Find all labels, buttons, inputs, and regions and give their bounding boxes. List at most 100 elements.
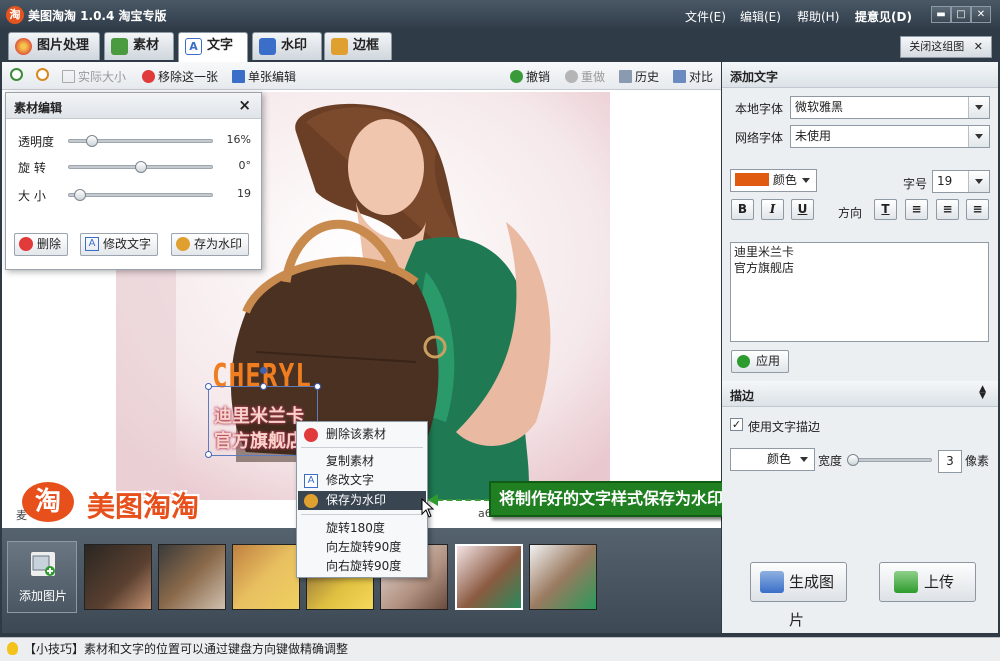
minimize-button[interactable]: ▬ bbox=[931, 6, 951, 23]
upload-icon bbox=[894, 571, 918, 593]
save-watermark-button[interactable]: 存为水印 bbox=[171, 233, 250, 256]
vertical-text-icon: T bbox=[881, 202, 890, 216]
zoom-out-button[interactable] bbox=[36, 68, 52, 82]
menu-item-label: 修改文字 bbox=[326, 473, 375, 487]
text-line: 迪里米兰卡 bbox=[734, 245, 795, 259]
tab-image-processing[interactable]: 图片处理 bbox=[8, 32, 100, 60]
tab-text[interactable]: A 文字 bbox=[178, 32, 248, 62]
bold-button[interactable]: B bbox=[731, 199, 754, 220]
underline-button[interactable]: U bbox=[791, 199, 814, 220]
local-font-select[interactable]: 微软雅黑 bbox=[790, 96, 990, 119]
tab-watermark[interactable]: 水印 bbox=[252, 32, 322, 60]
menu-file[interactable]: 文件(E) bbox=[685, 8, 726, 25]
thumbnail[interactable] bbox=[158, 544, 226, 610]
edit-text-button[interactable]: A 修改文字 bbox=[80, 233, 159, 256]
menu-item-rotate-left[interactable]: 向左旋转90度 bbox=[298, 538, 426, 557]
single-edit-button[interactable]: 单张编辑 bbox=[232, 68, 296, 85]
resize-handle[interactable] bbox=[260, 383, 267, 390]
text-color-picker[interactable]: 颜色 bbox=[730, 169, 817, 192]
align-left-button[interactable]: ≡ bbox=[905, 199, 928, 220]
menu-item-save-watermark[interactable]: 保存为水印 bbox=[298, 491, 426, 510]
redo-button[interactable]: 重做 bbox=[565, 68, 605, 85]
redo-label: 重做 bbox=[581, 70, 606, 84]
menu-item-edit-text[interactable]: A 修改文字 bbox=[298, 471, 426, 490]
resize-handle[interactable] bbox=[205, 451, 212, 458]
add-picture-button[interactable]: 添加图片 bbox=[7, 541, 77, 613]
menu-item-label: 旋转180度 bbox=[326, 521, 385, 535]
align-center-button[interactable]: ≡ bbox=[936, 199, 959, 220]
upload-button[interactable]: 上传 bbox=[879, 562, 976, 602]
opacity-slider[interactable]: 透明度 16% bbox=[6, 131, 261, 151]
close-group-button[interactable]: 关闭这组图 ✕ bbox=[900, 36, 992, 58]
menu-edit[interactable]: 编辑(E) bbox=[740, 8, 781, 25]
compare-button[interactable]: 对比 bbox=[673, 68, 713, 85]
menu-help[interactable]: 帮助(H) bbox=[797, 8, 839, 25]
stroke-title: 描边 bbox=[730, 389, 755, 403]
apply-button[interactable]: 应用 bbox=[731, 350, 789, 373]
maximize-button[interactable]: □ bbox=[951, 6, 971, 23]
text-a-icon: A bbox=[185, 38, 202, 55]
slider-thumb[interactable] bbox=[135, 161, 147, 173]
italic-button[interactable]: I bbox=[761, 199, 784, 220]
zoom-in-icon bbox=[10, 68, 23, 81]
slider-thumb[interactable] bbox=[74, 189, 86, 201]
stroke-color-picker[interactable]: 颜色 bbox=[730, 448, 815, 471]
menu-feedback[interactable]: 提意见(D) bbox=[855, 8, 912, 25]
single-edit-label: 单张编辑 bbox=[248, 70, 297, 84]
history-button[interactable]: 历史 bbox=[619, 68, 659, 85]
stroke-color-label: 颜色 bbox=[767, 452, 792, 466]
slider-track[interactable] bbox=[68, 161, 213, 173]
zoom-in-button[interactable] bbox=[10, 68, 26, 82]
stroke-header[interactable]: 描边 ▲ ▼ bbox=[722, 381, 998, 407]
slider-track[interactable] bbox=[68, 189, 213, 201]
thumbnail[interactable] bbox=[529, 544, 597, 610]
text-input-area[interactable]: 迪里米兰卡 官方旗舰店 bbox=[730, 242, 989, 342]
actual-size-label: 实际大小 bbox=[78, 70, 127, 84]
rotate-slider[interactable]: 旋 转 0° bbox=[6, 157, 261, 177]
zoom-out-icon bbox=[36, 68, 49, 81]
slider-thumb[interactable] bbox=[86, 135, 98, 147]
stroke-width-slider[interactable] bbox=[847, 454, 932, 466]
slider-thumb[interactable] bbox=[847, 454, 859, 466]
size-slider[interactable]: 大 小 19 bbox=[6, 185, 261, 205]
save-watermark-icon bbox=[176, 237, 190, 251]
history-label: 历史 bbox=[635, 70, 660, 84]
slider-value: 0° bbox=[238, 159, 252, 172]
actual-size-button[interactable]: 实际大小 bbox=[62, 68, 126, 85]
remove-one-button[interactable]: 移除这一张 bbox=[142, 68, 218, 85]
resize-handle[interactable] bbox=[205, 383, 212, 390]
net-font-select[interactable]: 未使用 bbox=[790, 125, 990, 148]
border-icon bbox=[331, 38, 348, 55]
menu-item-rotate-right[interactable]: 向右旋转90度 bbox=[298, 557, 426, 576]
menu-item-label: 复制素材 bbox=[326, 454, 375, 468]
tab-material[interactable]: 素材 bbox=[104, 32, 174, 60]
font-size-label: 字号 bbox=[903, 177, 928, 191]
thumbnail-selected[interactable] bbox=[455, 544, 523, 610]
font-size-value: 19 bbox=[937, 174, 953, 188]
stroke-width-input[interactable]: 3 bbox=[938, 450, 962, 473]
add-picture-label: 添加图片 bbox=[18, 589, 67, 603]
edit-text-label: 修改文字 bbox=[103, 237, 152, 251]
delete-button[interactable]: 删除 bbox=[14, 233, 69, 256]
thumbnail[interactable] bbox=[84, 544, 152, 610]
tab-border[interactable]: 边框 bbox=[324, 32, 392, 60]
undo-button[interactable]: 撤销 bbox=[510, 68, 550, 85]
font-size-select[interactable]: 19 bbox=[932, 170, 990, 193]
resize-handle[interactable] bbox=[314, 383, 321, 390]
close-window-button[interactable]: ✕ bbox=[971, 6, 991, 23]
close-icon[interactable]: × bbox=[238, 96, 251, 114]
menu-item-delete-material[interactable]: 删除该素材 bbox=[298, 425, 426, 444]
rotate-handle[interactable] bbox=[260, 367, 267, 374]
vertical-text-button[interactable]: T bbox=[874, 199, 897, 220]
collapse-toggle-icon[interactable]: ▲ ▼ bbox=[979, 385, 986, 401]
slider-track[interactable] bbox=[68, 135, 213, 147]
tab-bar: 图片处理 素材 A 文字 水印 边框 关闭这组图 ✕ bbox=[0, 30, 1000, 62]
align-right-button[interactable]: ≡ bbox=[966, 199, 989, 220]
thumbnail[interactable] bbox=[232, 544, 300, 610]
panel-title: 素材编辑 bbox=[14, 101, 63, 115]
use-stroke-checkbox[interactable]: ✓ bbox=[730, 418, 743, 431]
menu-item-rotate-180[interactable]: 旋转180度 bbox=[298, 519, 426, 538]
chevron-down-icon bbox=[802, 178, 810, 183]
menu-item-copy-material[interactable]: 复制素材 bbox=[298, 452, 426, 471]
generate-image-button[interactable]: 生成图片 bbox=[750, 562, 847, 629]
